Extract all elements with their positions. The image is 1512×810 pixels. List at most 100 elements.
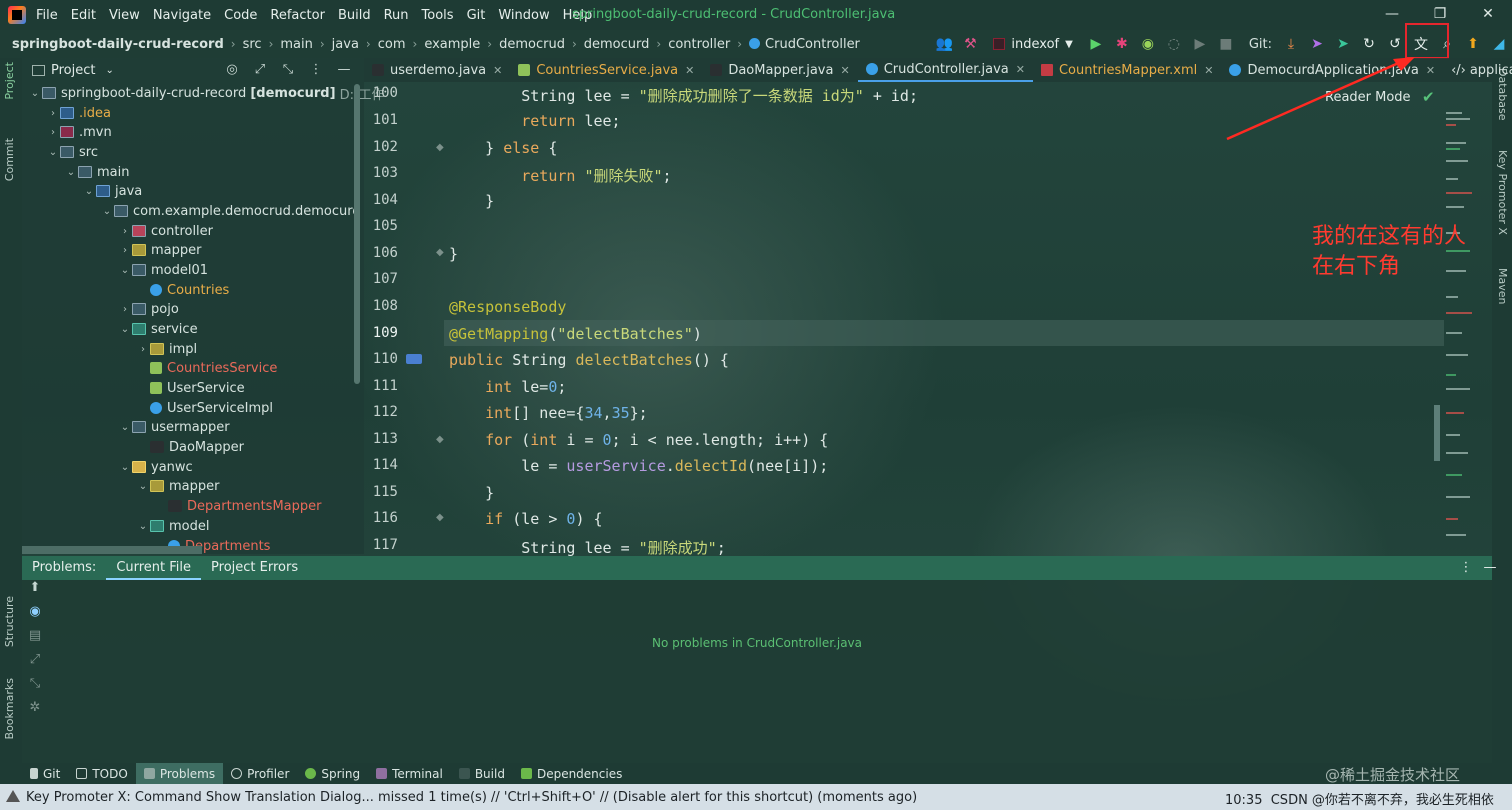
code-line[interactable]: for (int i = 0; i < nee.length; i++) { — [449, 431, 828, 449]
tree-item[interactable]: › mapper — [118, 240, 201, 260]
update-icon[interactable]: ⬆ — [1460, 32, 1486, 56]
settings-icon[interactable]: ✲ — [22, 700, 48, 724]
code-line[interactable]: return lee; — [449, 112, 620, 130]
fold-icon[interactable]: ◆ — [436, 142, 444, 153]
breadcrumb-democrud[interactable]: democrud — [499, 37, 565, 52]
close-icon[interactable]: ✕ — [1464, 0, 1512, 30]
chevron-right-icon[interactable]: › — [46, 127, 60, 138]
code-line[interactable]: } — [449, 192, 494, 210]
tool-dependencies[interactable]: Dependencies — [513, 763, 630, 784]
code-line[interactable]: @GetMapping("delectBatches") — [449, 325, 702, 343]
options-icon[interactable]: ⋮ — [1454, 556, 1478, 580]
chevron-down-icon[interactable]: ⌄ — [64, 167, 78, 178]
collapse-all-icon[interactable]: ⤡ — [274, 62, 302, 77]
tool-profiler[interactable]: Profiler — [223, 763, 297, 784]
tool-terminal[interactable]: Terminal — [368, 763, 451, 784]
warning-icon[interactable] — [6, 790, 20, 802]
build-project-icon[interactable]: ▶ — [1187, 32, 1213, 56]
chevron-right-icon[interactable]: › — [118, 226, 132, 237]
fold-icon[interactable]: ◆ — [436, 512, 444, 523]
tree-item[interactable]: ⌄ model01 — [118, 260, 208, 280]
expand-all-icon[interactable]: ⤢ — [246, 62, 274, 77]
chevron-right-icon[interactable]: › — [118, 245, 132, 256]
chevron-down-icon[interactable]: ⌄ — [118, 422, 132, 433]
chevron-down-icon[interactable]: ⌄ — [28, 88, 42, 99]
project-panel-title[interactable]: Project — [51, 63, 95, 78]
tool-git[interactable]: Git — [22, 763, 68, 784]
code-line[interactable]: } else { — [449, 139, 557, 157]
profiler-icon[interactable]: ◌ — [1161, 32, 1187, 56]
breadcrumb-java[interactable]: java — [332, 37, 359, 52]
code-line[interactable]: le = userService.delectId(nee[i]); — [449, 457, 828, 475]
project-side-tab[interactable]: Project — [3, 62, 16, 100]
code-editor[interactable]: String lee = "删除成功删除了一条数据 id为" + id; ret… — [444, 82, 1444, 557]
breadcrumb-example[interactable]: example — [424, 37, 480, 52]
tab-daomapper[interactable]: DaoMapper.java ✕ — [702, 58, 857, 82]
code-line[interactable]: if (le > 0) { — [449, 510, 602, 528]
menu-file[interactable]: File — [36, 8, 58, 23]
project-vertical-scrollbar[interactable] — [354, 84, 360, 384]
project-horizontal-scrollbar[interactable] — [22, 546, 202, 554]
tree-item[interactable]: › .mvn — [46, 122, 112, 142]
tree-item[interactable]: UserService — [150, 378, 245, 398]
menu-refactor[interactable]: Refactor — [270, 8, 325, 23]
menu-window[interactable]: Window — [498, 8, 549, 23]
status-message[interactable]: Key Promoter X: Command Show Translation… — [26, 790, 917, 805]
key-promoter-side-tab[interactable]: Key Promoter X — [1496, 150, 1509, 235]
chevron-down-icon[interactable]: ⌄ — [82, 186, 96, 197]
run-icon[interactable]: ▶ — [1083, 32, 1109, 56]
tree-item[interactable]: DepartmentsMapper — [168, 496, 321, 516]
tree-item[interactable]: › .idea — [46, 103, 111, 123]
status-right[interactable]: 10:35 CSDN @你若不离不弃，我必生死相依 — [1225, 789, 1494, 808]
chevron-down-icon[interactable]: ⌄ — [100, 206, 114, 217]
code-with-me-icon[interactable]: ◢ — [1486, 32, 1512, 56]
fold-icon[interactable]: ◆ — [436, 247, 444, 258]
tree-item[interactable]: ⌄ yanwc — [118, 457, 193, 477]
stop-icon[interactable]: ■ — [1213, 32, 1239, 56]
close-tab-icon[interactable]: ✕ — [1204, 64, 1213, 77]
bookmarks-side-tab[interactable]: Bookmarks — [3, 678, 16, 739]
tree-item[interactable]: ⌄ java — [82, 181, 142, 201]
breadcrumb-main[interactable]: main — [280, 37, 312, 52]
menu-git[interactable]: Git — [467, 8, 486, 23]
menu-tools[interactable]: Tools — [422, 8, 454, 23]
tree-item[interactable]: DaoMapper — [150, 437, 244, 457]
chevron-down-icon[interactable]: ⌄ — [105, 65, 113, 76]
hide-panel-icon[interactable]: — — [1478, 556, 1502, 580]
code-line[interactable]: @ResponseBody — [449, 298, 566, 316]
menu-navigate[interactable]: Navigate — [153, 8, 211, 23]
tool-build[interactable]: Build — [451, 763, 513, 784]
tree-item[interactable]: ⌄ src — [46, 142, 98, 162]
breadcrumb-democurd[interactable]: democurd — [584, 37, 650, 52]
code-line[interactable]: String lee = "删除成功"; — [449, 537, 726, 558]
menu-run[interactable]: Run — [384, 8, 409, 23]
breadcrumb-project[interactable]: springboot-daily-crud-record — [12, 37, 224, 52]
close-tab-icon[interactable]: ✕ — [1426, 64, 1435, 77]
tree-item[interactable]: Countries — [150, 280, 229, 300]
tab-countriesmapper[interactable]: CountriesMapper.xml ✕ — [1033, 58, 1222, 82]
maven-side-tab[interactable]: Maven — [1496, 268, 1509, 304]
breadcrumb-src[interactable]: src — [243, 37, 262, 52]
structure-side-tab[interactable]: Structure — [3, 596, 16, 647]
tree-item[interactable]: ⌄ usermapper — [118, 417, 230, 437]
tree-item[interactable]: › impl — [136, 339, 197, 359]
debug-icon[interactable]: ✱ — [1109, 32, 1135, 56]
chevron-right-icon[interactable]: › — [118, 304, 132, 315]
collapse-all-icon[interactable]: ⤡ — [22, 676, 48, 700]
git-push-icon[interactable]: ➤ — [1330, 32, 1356, 56]
chevron-down-icon[interactable]: ⌄ — [118, 324, 132, 335]
options-icon[interactable]: ⋮ — [302, 62, 330, 77]
tab-project-errors[interactable]: Project Errors — [201, 556, 308, 580]
editor-scrollbar-thumb[interactable] — [1434, 405, 1440, 461]
tree-item[interactable]: ⌄ service — [118, 319, 198, 339]
tool-spring[interactable]: Spring — [297, 763, 368, 784]
tree-root[interactable]: ⌄ springboot-daily-crud-record [democurd… — [28, 83, 385, 103]
code-line[interactable]: } — [449, 484, 494, 502]
coverage-icon[interactable]: ◉ — [1135, 32, 1161, 56]
code-line[interactable]: int[] nee={34,35}; — [449, 404, 648, 422]
tool-todo[interactable]: TODO — [68, 763, 135, 784]
tree-item[interactable]: ⌄ mapper — [136, 476, 220, 496]
chevron-down-icon[interactable]: ⌄ — [136, 481, 150, 492]
expand-all-icon[interactable]: ⤢ — [22, 652, 48, 676]
chevron-down-icon[interactable]: ⌄ — [46, 147, 60, 158]
